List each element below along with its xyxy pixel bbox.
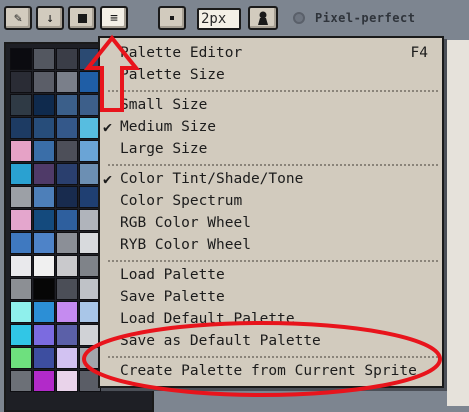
palette-swatch[interactable] (56, 94, 78, 116)
menu-item-small-size[interactable]: Small Size (100, 94, 442, 116)
menu-icon: ≡ (110, 10, 118, 26)
menu-item-load-palette[interactable]: Load Palette (100, 264, 442, 286)
palette-swatch[interactable] (33, 255, 55, 277)
palette-swatch[interactable] (10, 347, 32, 369)
menu-item-shortcut: F4 (410, 45, 428, 61)
palette-swatch[interactable] (56, 117, 78, 139)
palette-swatch[interactable] (10, 232, 32, 254)
check-icon: ✔ (103, 170, 113, 188)
palette-swatch[interactable] (56, 301, 78, 323)
palette-options-button[interactable]: ≡ (100, 6, 128, 30)
palette-swatch[interactable] (10, 370, 32, 392)
pencil-icon: ✎ (14, 10, 22, 26)
palette-swatch[interactable] (56, 71, 78, 93)
stop-square-icon (77, 13, 87, 23)
palette-swatch[interactable] (33, 278, 55, 300)
pixel-perfect-checkbox[interactable] (293, 12, 305, 24)
pencil-button[interactable]: ✎ (4, 6, 32, 30)
palette-swatch[interactable] (56, 232, 78, 254)
palette-swatch[interactable] (33, 370, 55, 392)
menu-item-color-spectrum[interactable]: Color Spectrum (100, 190, 442, 212)
menu-item-large-size[interactable]: Large Size (100, 138, 442, 160)
menu-item-color-tint-shade-tone[interactable]: ✔ Color Tint/Shade/Tone (100, 168, 442, 190)
palette-swatch[interactable] (33, 117, 55, 139)
menu-item-ryb-color-wheel[interactable]: RYB Color Wheel (100, 234, 442, 256)
palette-swatch[interactable] (33, 186, 55, 208)
palette-swatch[interactable] (33, 163, 55, 185)
palette-swatch[interactable] (10, 163, 32, 185)
arrow-down-icon: ↓ (46, 10, 54, 26)
palette-swatch[interactable] (56, 209, 78, 231)
menu-separator (108, 260, 438, 262)
menu-item-rgb-color-wheel[interactable]: RGB Color Wheel (100, 212, 442, 234)
palette-swatch[interactable] (33, 140, 55, 162)
palette-swatch[interactable] (33, 94, 55, 116)
palette-swatch[interactable] (56, 347, 78, 369)
palette-swatch[interactable] (33, 301, 55, 323)
menu-separator (108, 164, 438, 166)
check-icon: ✔ (103, 118, 113, 136)
shade-button[interactable] (248, 6, 278, 30)
arrow-down-button[interactable]: ↓ (36, 6, 64, 30)
palette-swatch[interactable] (10, 255, 32, 277)
palette-swatch[interactable] (56, 48, 78, 70)
palette-swatch[interactable] (10, 278, 32, 300)
brush-size-value: 2px (201, 11, 227, 27)
palette-swatch[interactable] (56, 186, 78, 208)
palette-swatch[interactable] (10, 209, 32, 231)
palette-swatch[interactable] (56, 324, 78, 346)
palette-swatch[interactable] (10, 324, 32, 346)
red-ellipse-annotation (82, 321, 442, 397)
menu-item-label: Medium Size (120, 119, 217, 135)
menu-item-label: RGB Color Wheel (120, 215, 251, 231)
palette-swatch[interactable] (33, 347, 55, 369)
palette-swatch[interactable] (56, 370, 78, 392)
palette-swatch[interactable] (33, 48, 55, 70)
menu-item-label: Large Size (120, 141, 208, 157)
palette-swatch[interactable] (56, 255, 78, 277)
menu-item-label: Load Palette (120, 267, 225, 283)
pixel-perfect-label: Pixel-perfect (315, 11, 416, 25)
menu-item-palette-size[interactable]: Palette Size (100, 64, 442, 86)
palette-swatch[interactable] (56, 140, 78, 162)
menu-item-label: RYB Color Wheel (120, 237, 251, 253)
menu-item-label: Color Tint/Shade/Tone (120, 171, 304, 187)
dot-icon (170, 16, 174, 20)
palette-swatch[interactable] (10, 117, 32, 139)
palette-swatch[interactable] (10, 71, 32, 93)
palette-swatch[interactable] (10, 186, 32, 208)
palette-swatch[interactable] (56, 278, 78, 300)
menu-item-medium-size[interactable]: ✔ Medium Size (100, 116, 442, 138)
palette-swatch[interactable] (33, 71, 55, 93)
menu-item-label: Color Spectrum (120, 193, 243, 209)
palette-swatch[interactable] (10, 140, 32, 162)
palette-swatch[interactable] (33, 232, 55, 254)
palette-swatch[interactable] (10, 301, 32, 323)
red-arrow-annotation (84, 34, 140, 112)
stop-button[interactable] (68, 6, 96, 30)
palette-swatch[interactable] (10, 48, 32, 70)
menu-item-save-palette[interactable]: Save Palette (100, 286, 442, 308)
palette-swatch[interactable] (10, 94, 32, 116)
brush-type-button[interactable] (158, 6, 186, 30)
menu-item-palette-editor[interactable]: Palette Editor F4 (100, 42, 442, 64)
brush-size-field[interactable]: 2px (197, 8, 241, 30)
toolbar: ✎ ↓ ≡ 2px Pixel-perfect (0, 0, 469, 38)
palette-swatch[interactable] (33, 324, 55, 346)
sprite-editor-area[interactable] (447, 40, 469, 406)
menu-separator (108, 90, 438, 92)
menu-item-label: Save Palette (120, 289, 225, 305)
pawn-icon (258, 11, 268, 25)
palette-swatch[interactable] (33, 209, 55, 231)
palette-swatch[interactable] (56, 163, 78, 185)
